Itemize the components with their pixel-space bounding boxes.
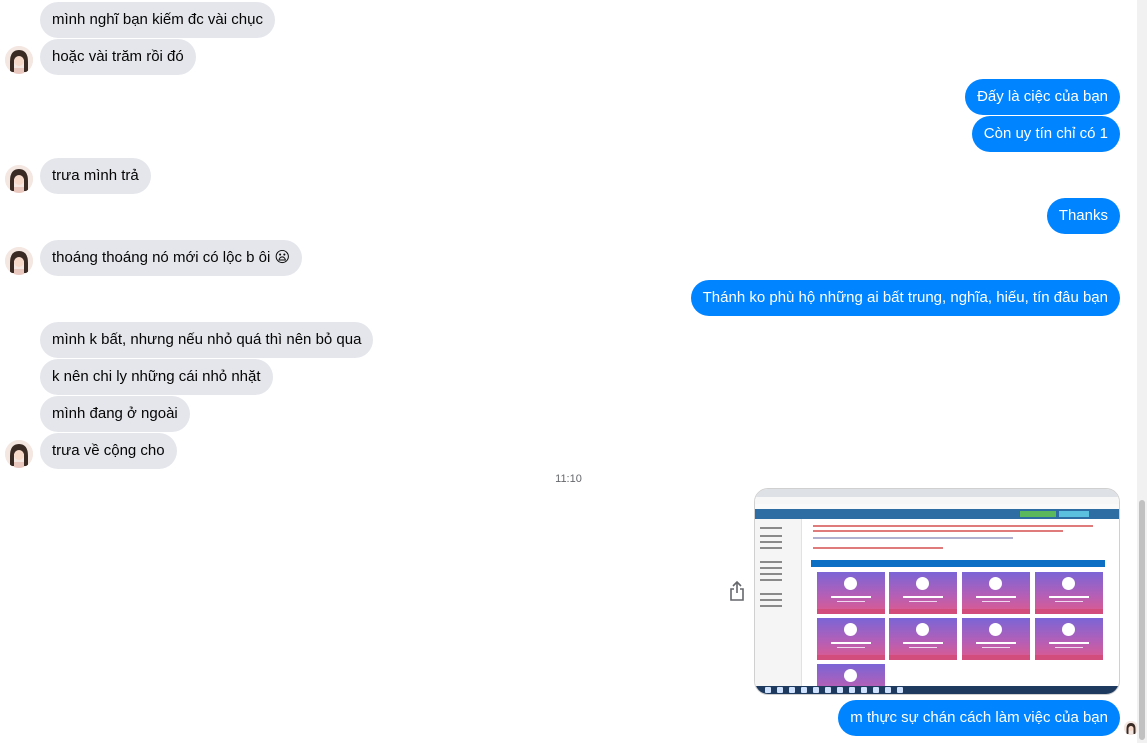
outgoing-message[interactable]: m thực sự chán cách làm việc của bạn <box>838 700 1120 736</box>
scrollbar[interactable] <box>1137 0 1147 743</box>
incoming-message[interactable]: trưa về cộng cho <box>40 433 177 469</box>
outgoing-message[interactable]: Còn uy tín chỉ có 1 <box>971 116 1120 152</box>
outgoing-message[interactable]: Thánh ko phù hộ những ai bất trung, nghĩ… <box>690 280 1120 316</box>
contact-avatar[interactable] <box>5 440 33 468</box>
incoming-message[interactable]: thoáng thoáng nó mới có lộc b ôi 😦 <box>40 240 303 276</box>
attachment-site-header <box>755 509 1119 519</box>
outgoing-message[interactable]: Đấy là ciệc của bạn <box>965 79 1120 115</box>
message-timestamp: 11:10 <box>555 473 582 485</box>
share-icon[interactable] <box>728 580 746 602</box>
incoming-message[interactable]: mình nghĩ bạn kiếm đc vài chục <box>40 2 275 38</box>
incoming-message[interactable]: mình đang ở ngoài <box>40 396 190 432</box>
contact-avatar[interactable] <box>5 46 33 74</box>
incoming-message[interactable]: k nên chi ly những cái nhỏ nhặt <box>40 359 273 395</box>
attachment-taskbar <box>755 686 1119 694</box>
attachment-content <box>807 519 1107 694</box>
incoming-message[interactable]: trưa mình trả <box>40 158 151 194</box>
incoming-message[interactable]: hoặc vài trăm rồi đó <box>40 39 196 75</box>
incoming-message[interactable]: mình k bất, nhưng nếu nhỏ quá thì nên bỏ… <box>40 322 374 358</box>
attachment-sidebar <box>755 519 802 689</box>
contact-avatar[interactable] <box>5 247 33 275</box>
image-attachment[interactable] <box>754 488 1120 695</box>
scrollbar-thumb[interactable] <box>1139 500 1145 740</box>
outgoing-message[interactable]: Thanks <box>1046 198 1120 234</box>
attachment-browser-tabs <box>755 489 1119 497</box>
contact-avatar[interactable] <box>5 165 33 193</box>
seen-avatar <box>1124 721 1138 735</box>
